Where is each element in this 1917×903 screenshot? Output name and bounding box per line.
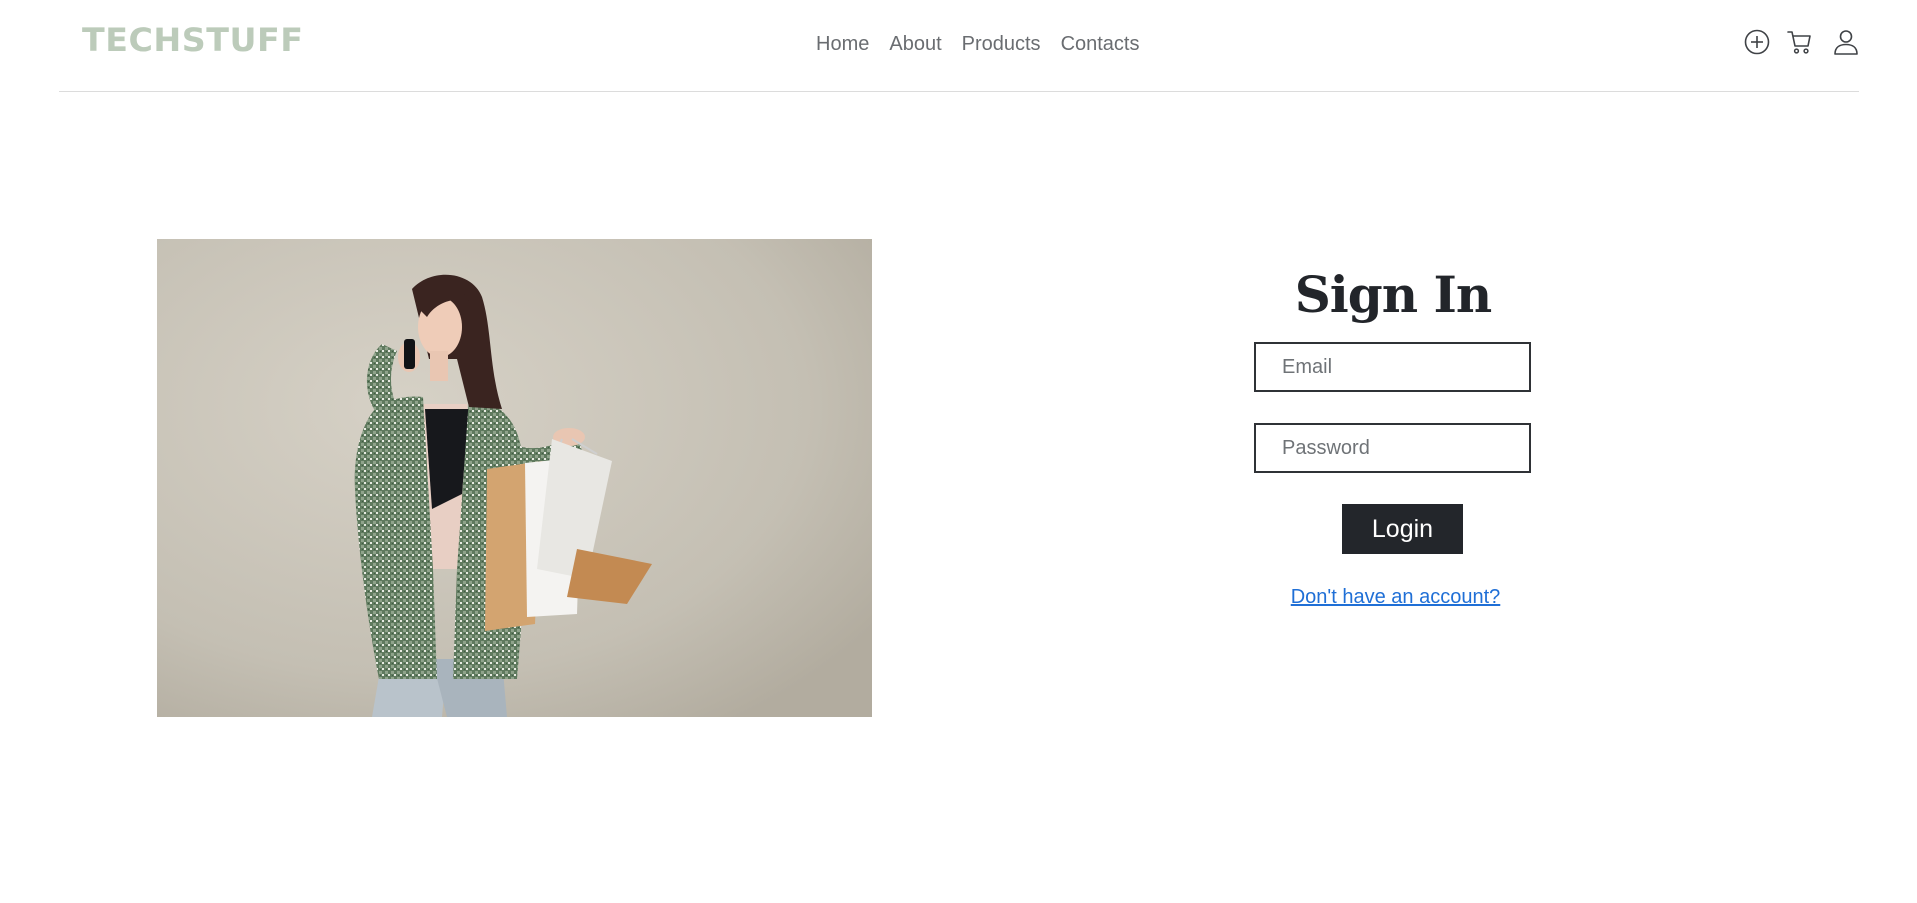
signin-title: Sign In <box>1294 265 1493 324</box>
email-field[interactable] <box>1254 342 1531 392</box>
nav-contacts-link[interactable]: Contacts <box>1051 30 1150 58</box>
password-field[interactable] <box>1254 423 1531 473</box>
hero-image <box>157 239 872 717</box>
nav-home-link[interactable]: Home <box>806 30 879 58</box>
nav-products-link[interactable]: Products <box>952 30 1051 58</box>
signup-link[interactable]: Don't have an account? <box>1259 586 1532 609</box>
cart-icon[interactable] <box>1787 29 1812 55</box>
add-circle-icon[interactable] <box>1744 29 1770 55</box>
page: TECHSTUFF Home About Products Contacts S… <box>0 0 1917 903</box>
navbar: TECHSTUFF Home About Products Contacts <box>59 0 1859 92</box>
brand-logo[interactable]: TECHSTUFF <box>82 24 304 56</box>
main-nav: Home About Products Contacts <box>806 30 1150 58</box>
nav-about-link[interactable]: About <box>879 30 951 58</box>
header-icons <box>1744 29 1859 55</box>
signin-form: Sign In Login Don't have an account? <box>1254 265 1532 609</box>
login-button[interactable]: Login <box>1342 504 1463 554</box>
user-icon[interactable] <box>1833 29 1859 55</box>
